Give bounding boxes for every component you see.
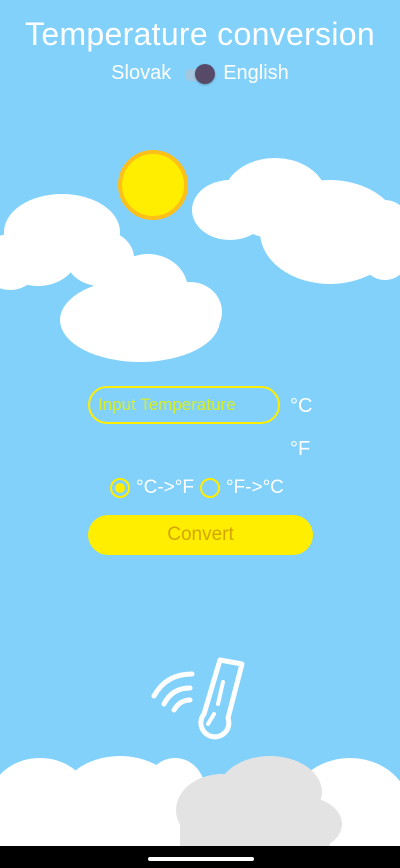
temperature-input[interactable] bbox=[88, 386, 280, 424]
radio-f-to-c[interactable] bbox=[199, 478, 220, 498]
language-label-slovak: Slovak bbox=[111, 62, 172, 84]
page-title: Temperature conversion bbox=[25, 16, 375, 52]
convert-button[interactable]: Convert bbox=[88, 515, 313, 555]
language-label-english: English bbox=[223, 62, 289, 84]
cloud-icon bbox=[176, 756, 342, 852]
cloud-icon bbox=[60, 254, 222, 362]
radio-f-to-c-label[interactable]: °F->°C bbox=[226, 477, 284, 499]
sun-icon bbox=[118, 150, 188, 220]
language-switcher: Slovak English bbox=[0, 62, 400, 85]
radio-c-to-f-label[interactable]: °C->°F bbox=[136, 477, 194, 499]
toggle-thumb[interactable] bbox=[195, 63, 216, 84]
home-indicator[interactable] bbox=[148, 857, 254, 861]
language-toggle[interactable] bbox=[183, 63, 219, 84]
cloud-icon bbox=[0, 194, 134, 290]
conversion-direction-group: °C->°F °F->°C bbox=[110, 477, 290, 499]
radio-c-to-f[interactable] bbox=[110, 478, 130, 498]
thermometer-icon bbox=[151, 657, 245, 740]
cloud-icon bbox=[192, 158, 400, 284]
unit-fahrenheit-label: °F bbox=[290, 438, 311, 460]
unit-celsius-label: °C bbox=[290, 395, 313, 417]
